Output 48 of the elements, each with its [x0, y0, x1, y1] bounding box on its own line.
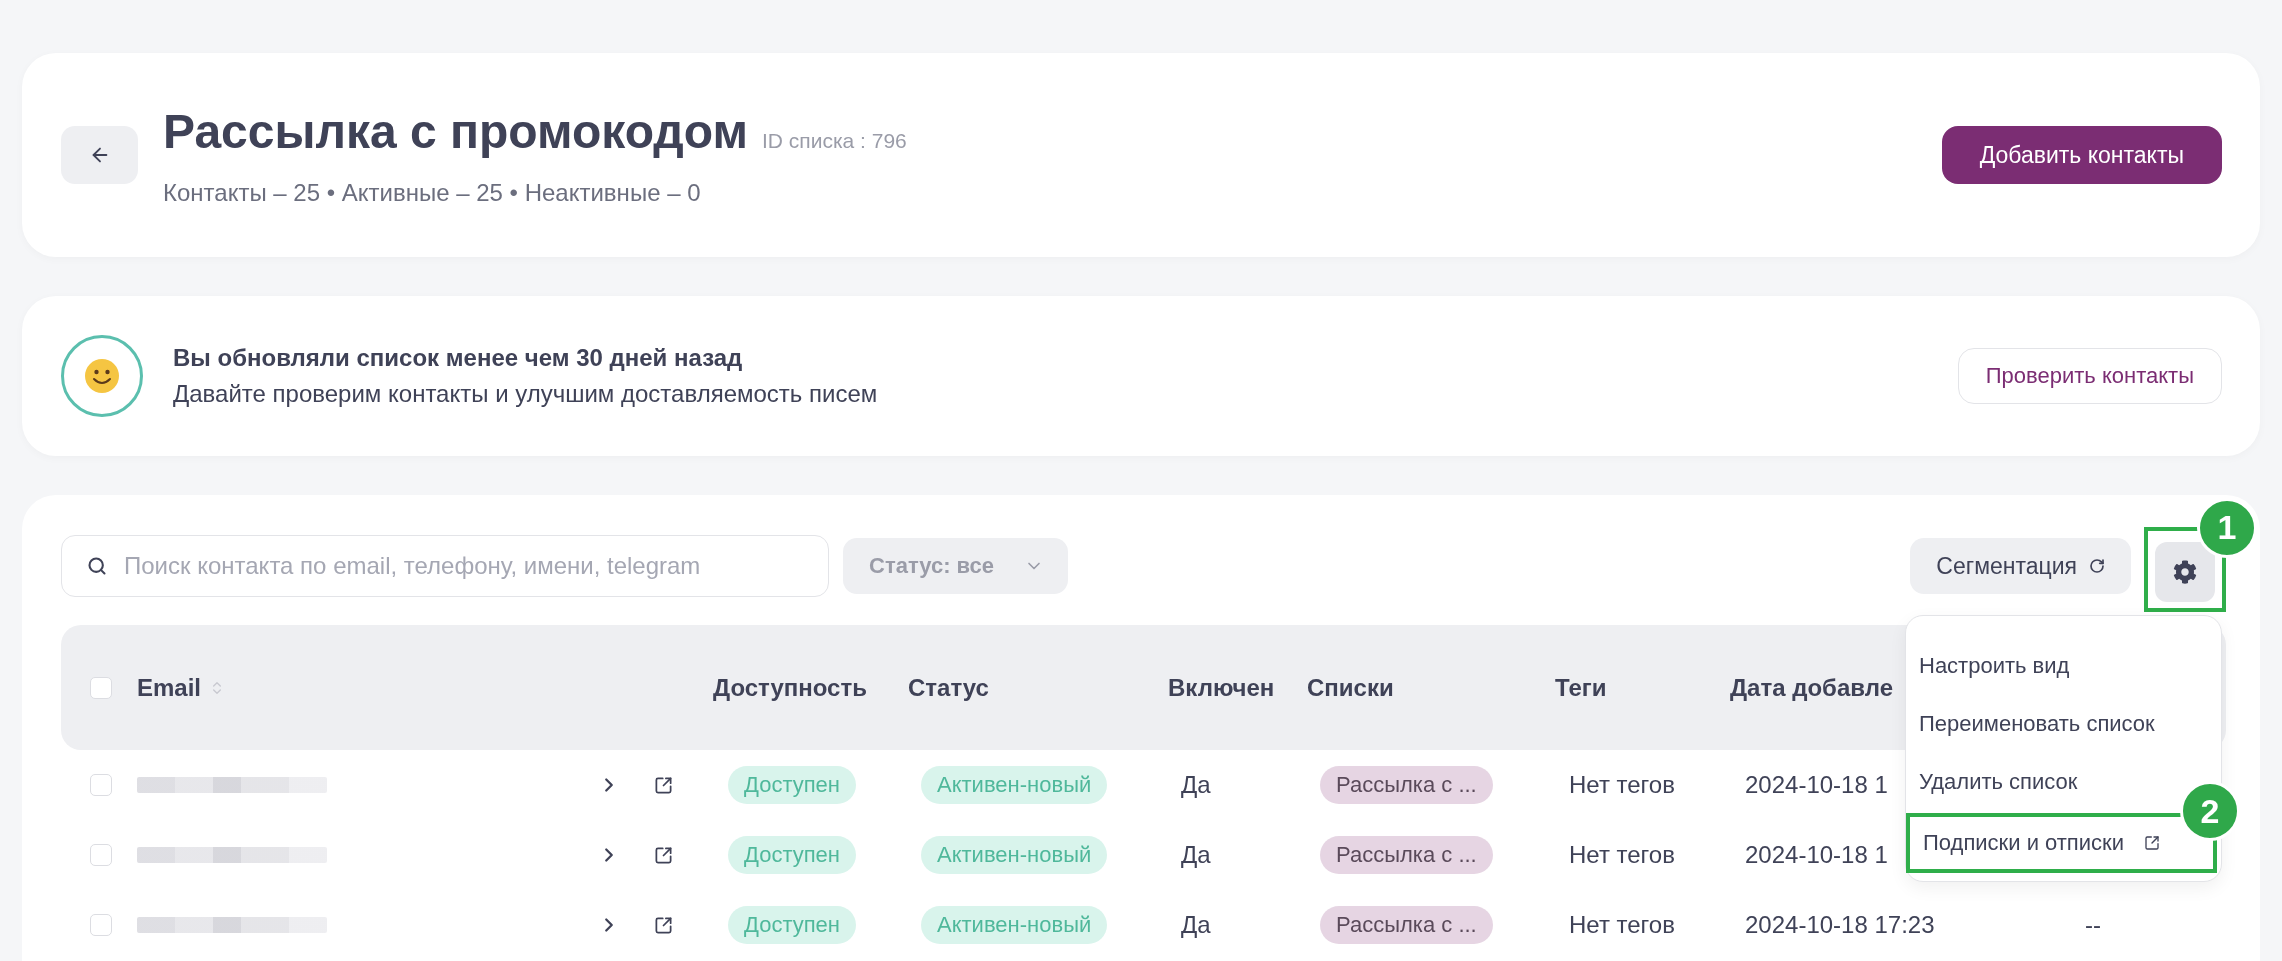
table-cell: Да — [1181, 841, 1211, 869]
segmentation-button[interactable]: Сегментация — [1910, 538, 2131, 594]
column-header: Доступность — [713, 673, 867, 702]
column-header: Статус — [908, 673, 989, 702]
list-tag: Рассылка с ... — [1320, 766, 1493, 804]
column-header: Теги — [1555, 673, 1607, 702]
smiley-icon — [84, 358, 120, 394]
status-tag: Активен-новый — [921, 906, 1108, 944]
table-cell: 2024-10-18 1 — [1745, 841, 1888, 869]
step-marker: 2 — [2180, 781, 2240, 841]
column-header: Дата добавле — [1730, 673, 1893, 702]
select-all-checkbox[interactable] — [90, 676, 112, 699]
table-cell: Да — [1181, 771, 1211, 799]
table-cell: Нет тегов — [1569, 841, 1675, 869]
list-tag: Рассылка с ... — [1320, 836, 1493, 874]
table-cell: Да — [1181, 911, 1211, 939]
notice-text: Давайте проверим контакты и улучшим доставляемость писем — [173, 380, 879, 408]
page-title: Рассылка с промокодом — [163, 103, 748, 159]
table-cell: 2024-10-18 1 — [1745, 771, 1888, 799]
availability-tag: Доступен — [728, 836, 856, 874]
notice-title: Вы обновляли список менее чем 30 дней назад — [173, 344, 744, 372]
table-cell: 2024-10-18 17:23 — [1745, 911, 1935, 939]
contact-stats: Контакты – 25 • Активные – 25 • Неактивные – 0 — [163, 178, 702, 207]
availability-tag: Доступен — [728, 766, 856, 804]
row-checkbox[interactable] — [90, 774, 112, 796]
external-link-icon[interactable] — [654, 775, 673, 795]
status-tag: Активен-новый — [921, 836, 1108, 874]
list-id: ID списка : 796 — [762, 128, 907, 153]
search-field[interactable]: Поиск контакта по email, телефону, имени, telegram — [61, 535, 829, 597]
external-link-icon[interactable] — [654, 845, 673, 865]
table-cell: Нет тегов — [1569, 911, 1675, 939]
column-header: Включен — [1168, 673, 1275, 702]
refresh-icon — [2089, 558, 2105, 574]
status-tag: Активен-новый — [921, 766, 1108, 804]
row-checkbox[interactable] — [90, 844, 112, 866]
availability-tag: Доступен — [728, 906, 856, 944]
check-contacts-button[interactable]: Проверить контакты — [1957, 348, 2222, 404]
external-link-icon[interactable] — [654, 915, 673, 935]
column-header[interactable]: Email — [137, 673, 202, 702]
settings-icon — [2173, 559, 2197, 584]
table-cell: -- — [2085, 911, 2101, 939]
column-header: Списки — [1307, 673, 1394, 702]
table-cell: Нет тегов — [1569, 771, 1675, 799]
list-tag: Рассылка с ... — [1320, 906, 1493, 944]
settings-button[interactable] — [2155, 541, 2215, 602]
row-checkbox[interactable] — [90, 914, 112, 936]
add-contacts-button[interactable]: Добавить контакты — [1941, 126, 2222, 184]
search-icon — [87, 556, 107, 576]
